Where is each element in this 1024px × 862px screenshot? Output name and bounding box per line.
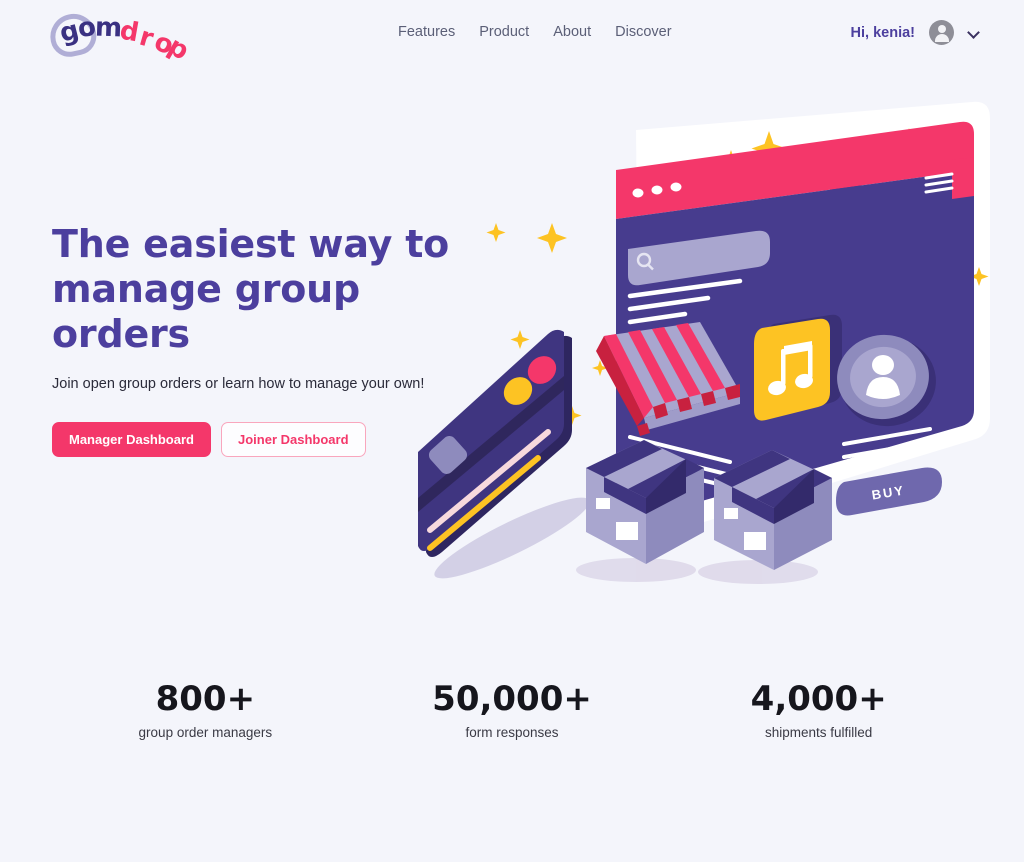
greeting-text: Hi, kenia!: [850, 24, 915, 41]
main-navigation: Features Product About Discover: [398, 24, 672, 40]
hero-illustration: BUY: [400, 100, 1024, 600]
stat-item: 4,000+ shipments fulfilled: [665, 679, 972, 740]
stat-label: form responses: [465, 724, 559, 740]
logo-wordmark: g o m d r o p: [52, 6, 194, 66]
manager-dashboard-button[interactable]: Manager Dashboard: [52, 422, 211, 458]
stat-value: 50,000+: [432, 679, 592, 719]
landing-page: g o m d r o p Features Product About Dis…: [0, 0, 1024, 862]
stat-item: 50,000+ form responses: [359, 679, 666, 740]
stats-section: 800+ group order managers 50,000+ form r…: [52, 679, 972, 740]
user-avatar-icon[interactable]: [929, 20, 954, 45]
hero-title-line-2: manage group orders: [52, 266, 361, 356]
stat-value: 4,000+: [750, 679, 887, 719]
avatar-head: [937, 25, 946, 33]
stat-label: group order managers: [138, 724, 273, 740]
chevron-down-icon[interactable]: [968, 27, 980, 39]
joiner-dashboard-button[interactable]: Joiner Dashboard: [220, 422, 366, 458]
user-menu[interactable]: Hi, kenia!: [851, 20, 980, 45]
nav-item-discover[interactable]: Discover: [615, 24, 671, 40]
site-header: g o m d r o p Features Product About Dis…: [0, 0, 1024, 67]
avatar-body: [934, 34, 949, 42]
nav-item-product[interactable]: Product: [479, 24, 529, 40]
nav-item-about[interactable]: About: [553, 24, 591, 40]
stat-value: 800+: [155, 679, 256, 719]
hero-title-line-1: The easiest way to: [52, 222, 450, 266]
stat-label: shipments fulfilled: [765, 724, 873, 740]
logo[interactable]: g o m d r o p: [46, 6, 194, 67]
nav-item-features[interactable]: Features: [398, 24, 455, 40]
stat-item: 800+ group order managers: [52, 679, 359, 740]
